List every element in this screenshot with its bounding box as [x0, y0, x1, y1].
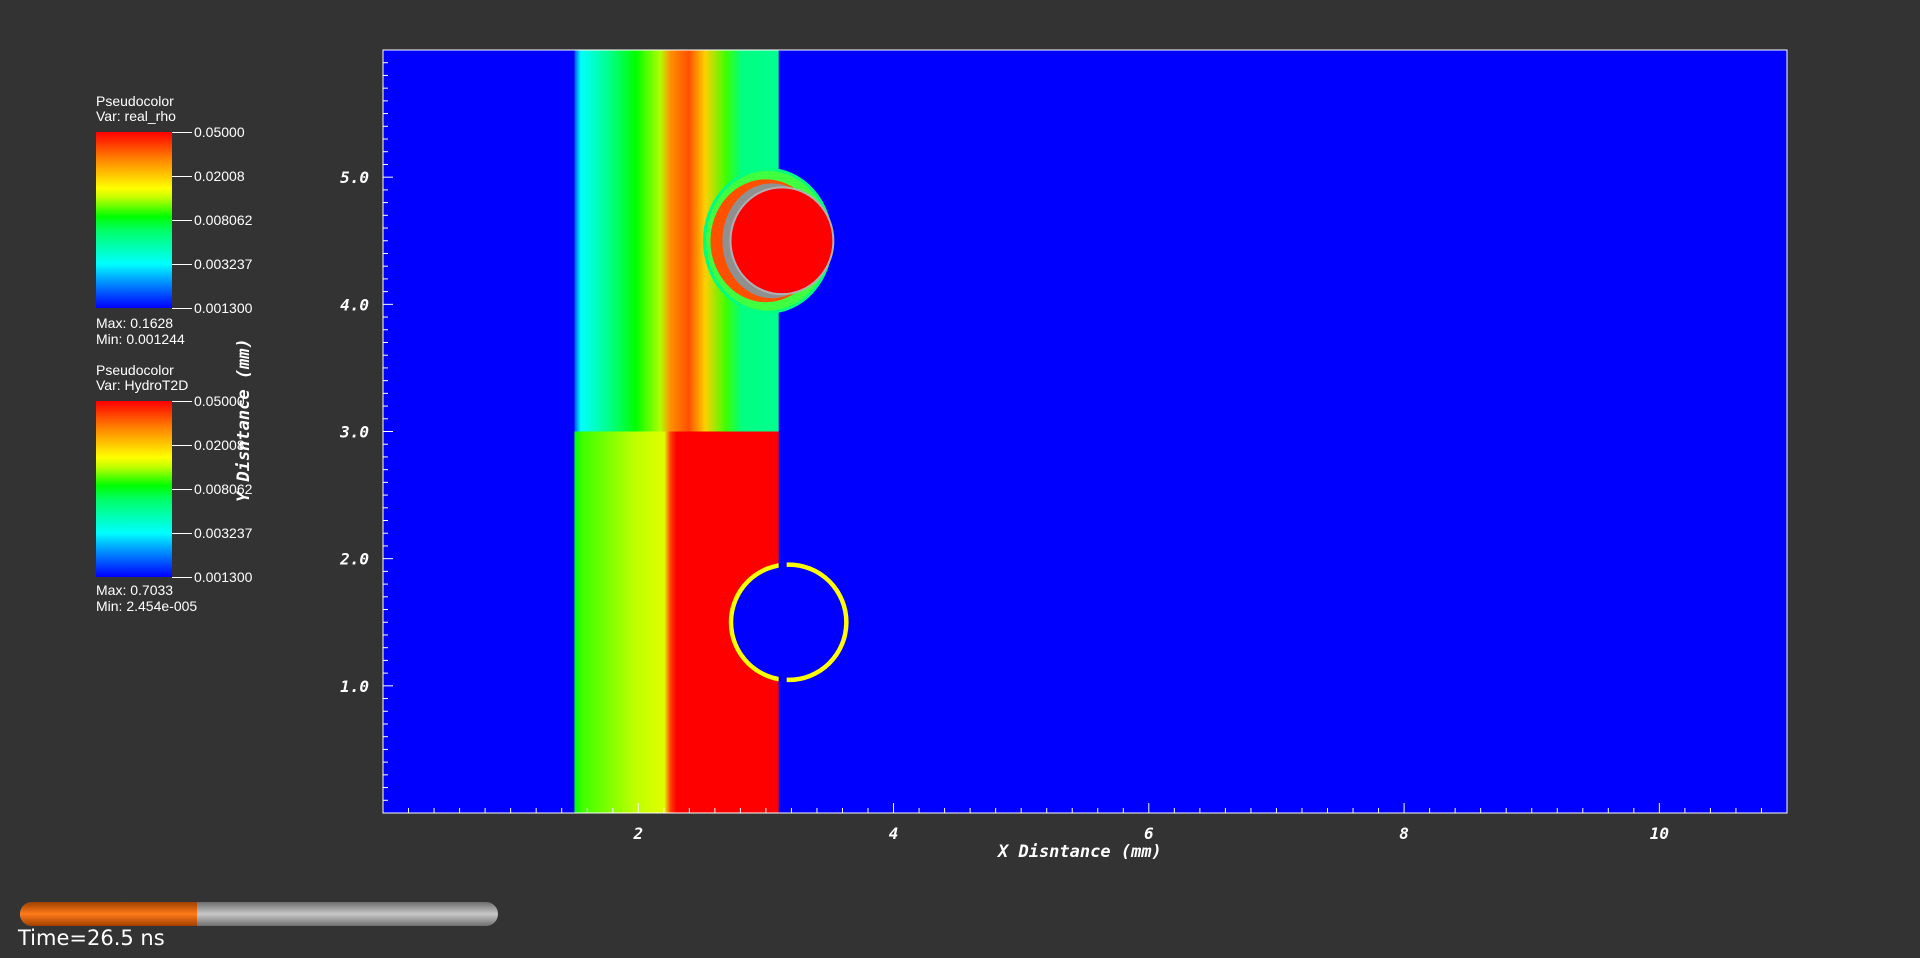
cavity: [733, 566, 845, 678]
x-tick-label: 10: [1650, 824, 1669, 843]
x-tick-label: 2: [632, 824, 643, 843]
y-tick-label: 1.0: [340, 677, 369, 696]
y-axis-label: Y Disntance (mm): [234, 338, 254, 502]
plot-area[interactable]: 2 4 6 8 10 1.0 2.0 3.0 4.0 5.0: [0, 0, 1920, 958]
bubble: [729, 186, 835, 296]
time-slider-fill: [20, 902, 197, 926]
y-tick-label: 4.0: [340, 295, 369, 314]
cavity-cover: [778, 558, 787, 686]
x-axis-label: X Disntance (mm): [998, 842, 1162, 862]
x-tick-label: 8: [1399, 824, 1409, 843]
y-tick-label: 3.0: [339, 423, 369, 442]
y-tick-label: 5.0: [340, 168, 369, 187]
time-label: Time=26.5 ns: [18, 926, 165, 950]
x-tick-label: 4: [889, 824, 899, 843]
y-tick-label: 2.0: [339, 550, 369, 569]
time-slider[interactable]: [20, 902, 498, 926]
x-tick-label: 6: [1144, 824, 1154, 843]
